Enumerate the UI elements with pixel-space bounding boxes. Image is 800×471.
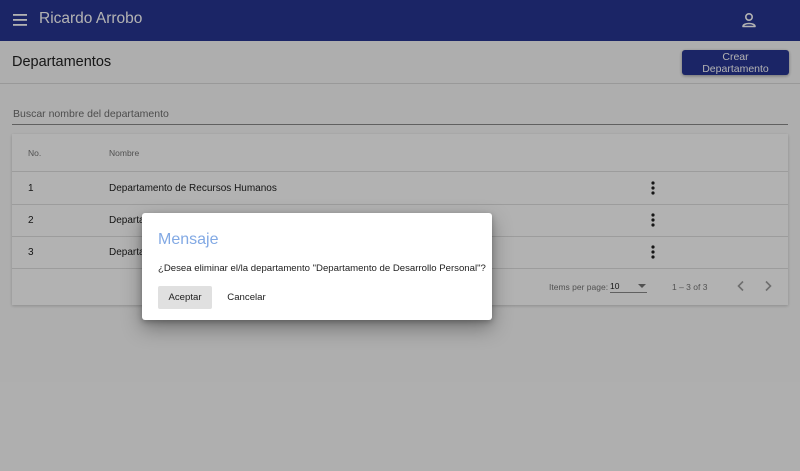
confirm-delete-dialog: Mensaje ¿Desea eliminar el/la departamen… (142, 213, 492, 320)
accept-button[interactable]: Aceptar (158, 286, 212, 309)
dialog-title: Mensaje (158, 231, 219, 248)
cancel-button[interactable]: Cancelar (220, 286, 273, 309)
dialog-message: ¿Desea eliminar el/la departamento "Depa… (158, 263, 486, 274)
